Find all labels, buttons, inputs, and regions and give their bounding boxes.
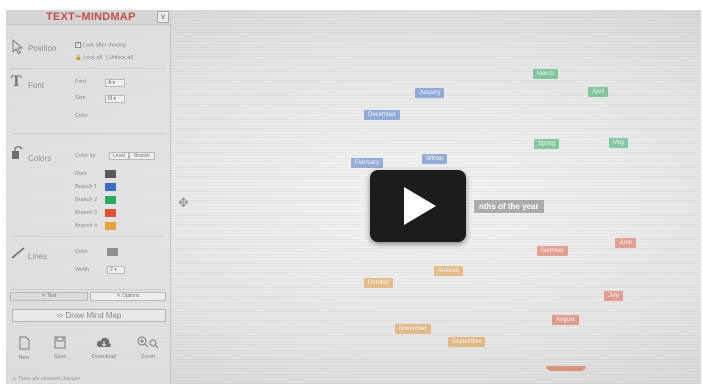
- mind-map-node[interactable]: June: [615, 238, 637, 248]
- unlock-all-link[interactable]: | Unlock all: [106, 55, 133, 61]
- save-icon: [46, 336, 74, 352]
- lock-checkbox-label: Lock after moving: [82, 42, 126, 49]
- lock-after-moving-checkbox[interactable]: ✓ Lock after moving: [75, 42, 126, 48]
- branch-2-color-swatch[interactable]: [105, 196, 116, 204]
- new-document-icon: [10, 336, 38, 353]
- mind-map-node[interactable]: February: [351, 158, 384, 168]
- cursor-icon: [12, 38, 24, 58]
- branch-4-color-swatch[interactable]: [105, 222, 116, 230]
- font-size-value: M: [108, 96, 113, 102]
- branch-4-color-label: Branch 4: [75, 223, 98, 229]
- app-title: TEXT~MINDMAP: [46, 11, 136, 23]
- mind-map-node[interactable]: July: [604, 291, 623, 301]
- font-family-select[interactable]: A ▾: [105, 79, 125, 87]
- mind-map-node[interactable]: November: [395, 324, 431, 334]
- color-by-label: Color by: [75, 153, 96, 159]
- section-divider: [10, 133, 166, 134]
- paint-bucket-icon: [10, 146, 25, 164]
- text-tab-label: Text: [47, 293, 57, 299]
- line-icon: [11, 246, 25, 263]
- collapse-panel-button[interactable]: ∨: [157, 11, 169, 23]
- mind-map-node[interactable]: May: [609, 138, 629, 148]
- line-width-label: Width: [75, 267, 90, 273]
- section-divider: [10, 68, 166, 69]
- save-label: Save: [53, 354, 67, 360]
- lock-all-label: Lock all: [83, 55, 103, 61]
- options-tab-label: Options: [122, 293, 140, 299]
- section-divider: [10, 289, 166, 290]
- line-width-select[interactable]: 2 ▾: [107, 266, 125, 274]
- save-button[interactable]: Save: [46, 336, 74, 360]
- settings-panel: TEXT~MINDMAP ∨ Position ✓ Lock after mov…: [6, 10, 171, 384]
- mind-map-node[interactable]: Winter: [422, 154, 448, 164]
- lock-all-link[interactable]: 🔒 Lock all: [75, 55, 102, 61]
- font-family-value: A: [108, 80, 112, 86]
- branch-2-color-label: Branch 2: [75, 197, 98, 203]
- lines-section-label: Lines: [28, 252, 48, 261]
- lock-icon: 🔒: [75, 55, 82, 61]
- root-color-swatch[interactable]: [105, 170, 116, 178]
- branch-1-color-swatch[interactable]: [105, 183, 116, 191]
- colors-section-label: Colors: [28, 154, 52, 163]
- partial-node-shape: [546, 366, 586, 371]
- video-frame: TEXT~MINDMAP ∨ Position ✓ Lock after mov…: [0, 0, 703, 386]
- zoom-label: Zoom: [140, 354, 156, 360]
- mind-map-node[interactable]: Autumn: [434, 266, 463, 276]
- line-width-value: 2: [110, 267, 113, 273]
- mind-map-node[interactable]: October: [364, 278, 394, 288]
- unsaved-changes-status: ⚠ There are unsaved changes: [12, 376, 80, 382]
- central-topic-node[interactable]: nths of the year: [474, 200, 544, 213]
- font-icon: T: [11, 73, 22, 90]
- section-divider: [10, 236, 166, 237]
- panel-header: TEXT~MINDMAP ∨: [6, 10, 171, 25]
- branch-3-color-label: Branch 3: [75, 210, 98, 216]
- position-section-label: Position: [28, 44, 57, 53]
- font-color-label: Color: [75, 113, 89, 119]
- play-icon: [404, 187, 436, 225]
- move-cursor-icon: ✥: [178, 195, 189, 210]
- new-label: New: [18, 355, 30, 361]
- mind-map-node[interactable]: January: [415, 88, 445, 98]
- download-label: Download: [91, 354, 117, 360]
- unsaved-changes-text: There are unsaved changes: [17, 376, 81, 382]
- tab-text[interactable]: ✎ Text: [10, 292, 88, 301]
- cloud-download-icon: [88, 336, 120, 352]
- tab-options[interactable]: ✎ Options: [90, 292, 166, 301]
- mind-map-node[interactable]: Spring: [534, 139, 560, 149]
- mind-map-node[interactable]: March: [533, 69, 558, 79]
- color-by-branch-button[interactable]: Branch: [129, 152, 155, 160]
- branch-3-color-swatch[interactable]: [105, 209, 116, 217]
- font-size-select[interactable]: M ▾: [105, 95, 125, 103]
- mind-map-node[interactable]: September: [448, 337, 486, 347]
- branch-1-color-label: Branch 1: [75, 184, 98, 190]
- draw-mind-map-label: Draw Mind Map: [65, 311, 122, 320]
- mind-map-node[interactable]: August: [552, 315, 579, 325]
- zoom-button[interactable]: Zoom: [134, 336, 162, 360]
- mind-map-node[interactable]: December: [364, 110, 400, 120]
- font-size-label: Size: [75, 95, 86, 101]
- zoom-icon: [134, 336, 162, 352]
- download-button[interactable]: Download: [88, 336, 120, 360]
- mind-map-node[interactable]: April: [588, 87, 609, 97]
- checkmark-icon: ✓: [75, 42, 81, 48]
- video-play-button[interactable]: [370, 170, 466, 242]
- mind-map-node[interactable]: Summer: [537, 246, 568, 256]
- draw-mind-map-button[interactable]: ⇨ Draw Mind Map: [12, 309, 166, 322]
- line-color-label: Color: [75, 249, 89, 255]
- app-stage: TEXT~MINDMAP ∨ Position ✓ Lock after mov…: [6, 10, 701, 384]
- new-button[interactable]: New: [10, 336, 38, 361]
- font-section-label: Font: [28, 81, 45, 90]
- unlock-all-label: Unlock all: [108, 55, 133, 61]
- color-by-level-button[interactable]: Level: [109, 152, 129, 160]
- font-family-label: Font: [75, 79, 87, 85]
- root-color-label: Root: [75, 171, 87, 177]
- line-color-swatch[interactable]: [107, 248, 118, 256]
